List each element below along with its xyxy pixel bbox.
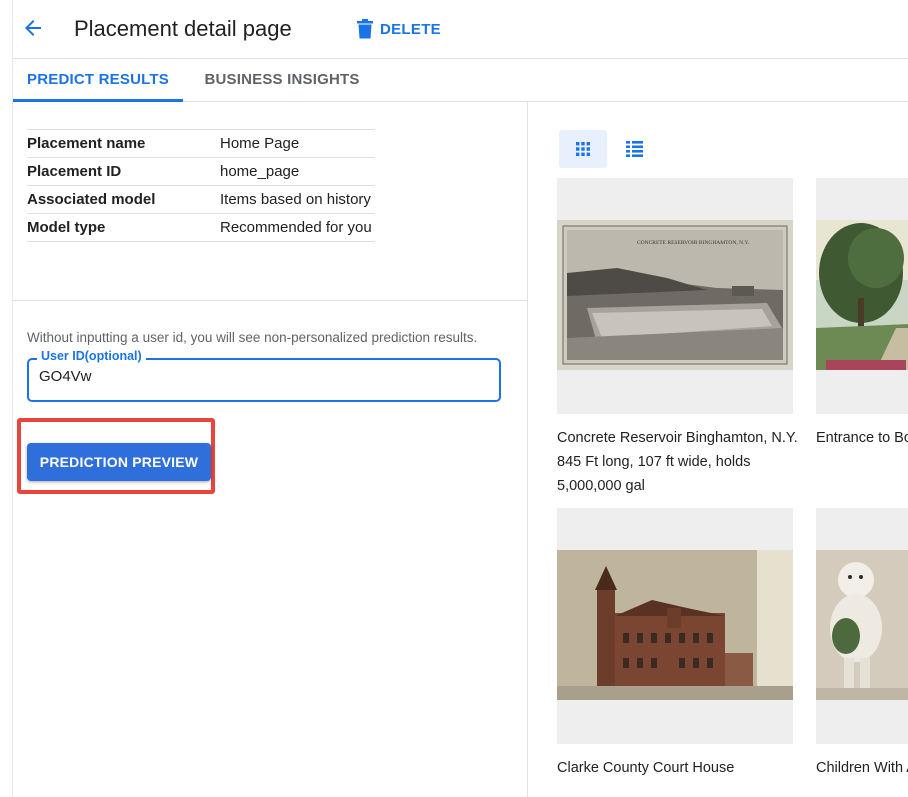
result-title: Clarke County Court House bbox=[557, 760, 735, 776]
user-id-label: User ID(optional) bbox=[37, 349, 146, 363]
left-panel: Placement name Home Page Placement ID ho… bbox=[13, 102, 528, 797]
user-id-field[interactable]: User ID(optional) bbox=[27, 349, 501, 402]
result-title: Entrance to Bo Golf Links bbox=[816, 430, 908, 446]
info-value: Items based on history bbox=[220, 185, 375, 214]
tab-bar: PREDICT RESULTS BUSINESS INSIGHTS bbox=[13, 59, 908, 102]
page-title: Placement detail page bbox=[74, 16, 292, 41]
info-key: Associated model bbox=[27, 185, 220, 214]
delete-label: DELETE bbox=[380, 20, 441, 38]
personalization-hint: Without inputting a user id, you will se… bbox=[27, 330, 478, 345]
grid-view-icon bbox=[576, 142, 590, 156]
table-row: Associated model Items based on history bbox=[27, 185, 375, 214]
delete-button[interactable]: DELETE bbox=[356, 16, 441, 42]
court-house-postcard-image bbox=[557, 550, 793, 700]
section-divider bbox=[13, 300, 527, 301]
info-key: Placement ID bbox=[27, 157, 220, 186]
info-value: home_page bbox=[220, 157, 375, 186]
arrow-left-icon bbox=[25, 20, 41, 36]
info-value: Home Page bbox=[220, 129, 375, 158]
table-row: Placement ID home_page bbox=[27, 157, 375, 186]
result-title: Concrete Reservoir Binghamton, N.Y. 845 … bbox=[557, 430, 798, 494]
back-button[interactable] bbox=[21, 16, 45, 40]
page-header: Placement detail page DELETE bbox=[13, 0, 908, 59]
list-view-button[interactable] bbox=[610, 130, 658, 168]
table-row: Placement name Home Page bbox=[27, 129, 375, 158]
result-thumbnail[interactable]: CONCRETE RESERVOIR BINGHAMTON, N.Y. bbox=[557, 178, 793, 414]
window-edge bbox=[0, 0, 13, 797]
result-thumbnail[interactable] bbox=[557, 508, 793, 744]
result-title: Children With Annee bbox=[816, 760, 908, 776]
user-id-input[interactable] bbox=[39, 368, 479, 385]
tab-predict-results[interactable]: PREDICT RESULTS bbox=[13, 59, 183, 102]
list-view-icon bbox=[625, 141, 643, 157]
result-thumbnail[interactable] bbox=[816, 178, 908, 414]
table-row: Model type Recommended for you bbox=[27, 213, 375, 242]
result-thumbnail[interactable] bbox=[816, 508, 908, 744]
placement-info-table: Placement name Home Page Placement ID ho… bbox=[27, 129, 375, 242]
reservoir-postcard-image: CONCRETE RESERVOIR BINGHAMTON, N.Y. bbox=[557, 220, 793, 370]
tab-business-insights[interactable]: BUSINESS INSIGHTS bbox=[199, 59, 365, 101]
info-key: Model type bbox=[27, 213, 220, 242]
trash-icon bbox=[357, 19, 373, 39]
info-key: Placement name bbox=[27, 129, 220, 158]
postcard-caption: CONCRETE RESERVOIR BINGHAMTON, N.Y. bbox=[637, 240, 750, 246]
children-postcard-image bbox=[816, 550, 908, 700]
grid-view-button[interactable] bbox=[559, 130, 607, 168]
info-value: Recommended for you bbox=[220, 213, 375, 242]
prediction-preview-button[interactable]: PREDICTION PREVIEW bbox=[27, 443, 211, 481]
golf-links-postcard-image bbox=[816, 220, 908, 370]
results-panel: CONCRETE RESERVOIR BINGHAMTON, N.Y. Conc… bbox=[528, 102, 908, 797]
